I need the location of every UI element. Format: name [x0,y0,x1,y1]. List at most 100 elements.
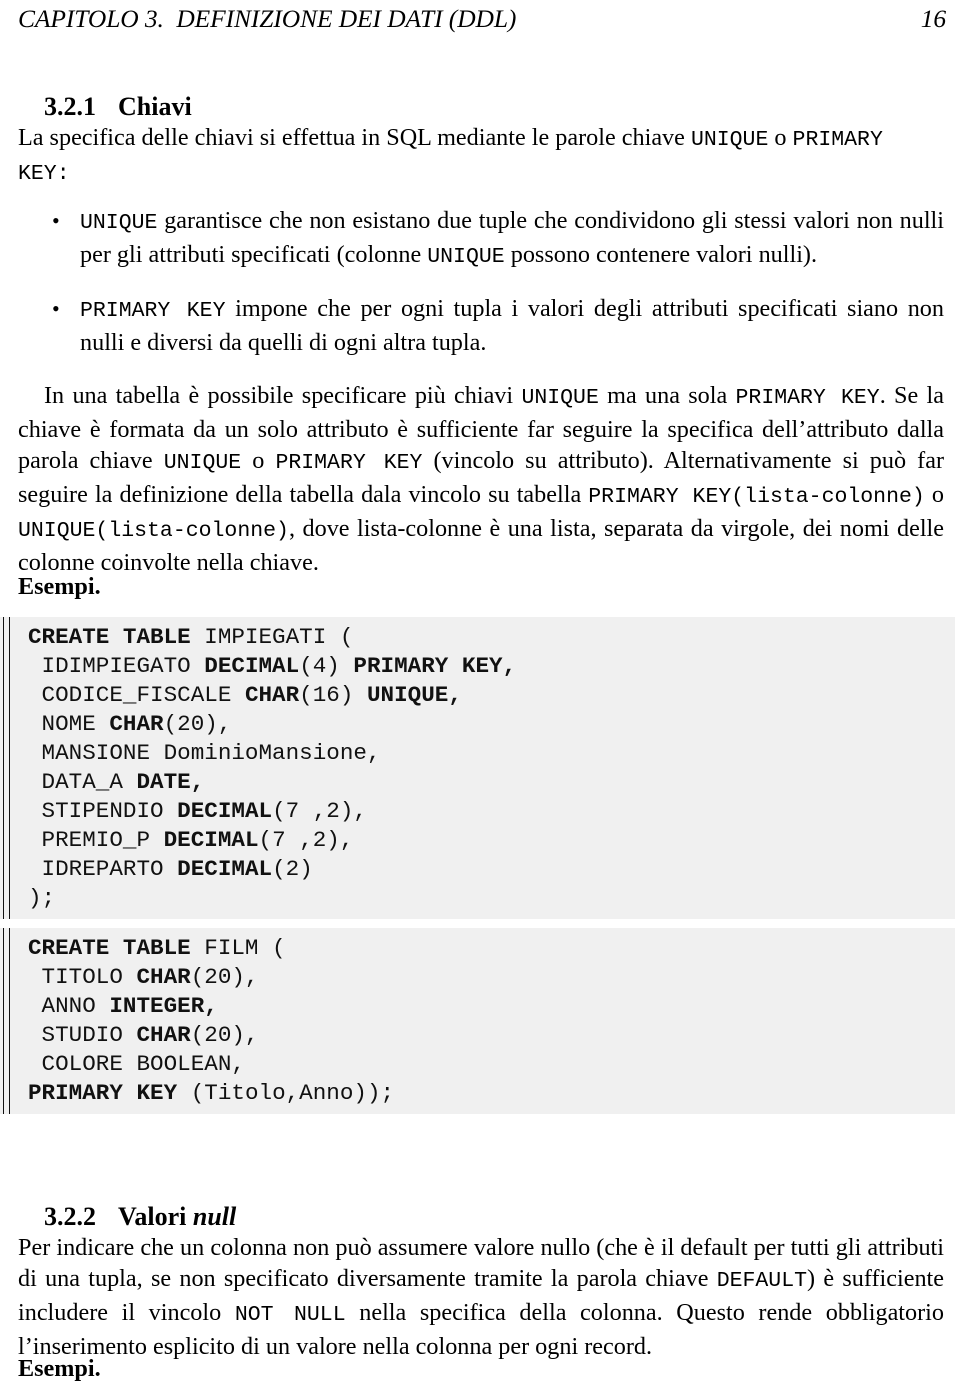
keyword-primary: PRIMARY [792,128,883,152]
code-keyword: CHAR [136,1022,191,1048]
code-text: MANSIONE DominioMansione, [28,740,381,766]
list-item-text-b: possono contenere valori nulli). [504,241,818,268]
code-line: CREATE TABLE IMPIEGATI ( [28,623,955,652]
section-number: 3.2.1 [44,92,96,121]
list-item-body: UNIQUE garantisce che non esistano due t… [80,205,944,273]
null-paragraph: Per indicare che un colonna non può assu… [18,1232,944,1362]
code-text: (2) [272,856,313,882]
code-keyword: UNIQUE, [366,682,462,708]
intro-text-b: o [768,124,793,151]
code-line: IDREPARTO DECIMAL(2) [28,855,955,884]
code-left-rule [3,928,10,1114]
code-line: CODICE_FISCALE CHAR(16) UNIQUE, [28,681,955,710]
keyword-default: DEFAULT [716,1269,808,1293]
section-title: Chiavi [118,92,192,121]
keys-text-2: ma una sola [598,382,736,409]
code-line: COLORE BOOLEAN, [28,1050,955,1079]
code-line: CREATE TABLE FILM ( [28,934,955,963]
code-text: CODICE_FISCALE [28,682,245,708]
code-keyword: PRIMARY KEY [28,1080,178,1106]
code-line: PREMIO_P DECIMAL(7 ,2), [28,826,955,855]
intro-text-a: La specifica delle chiavi si effettua in… [18,124,691,151]
code-block-impiegati: CREATE TABLE IMPIEGATI ( IDIMPIEGATO DEC… [0,617,955,919]
section-title-italic: null [192,1202,237,1231]
list-item: • PRIMARY KEY impone che per ogni tupla … [52,293,944,358]
code-keyword: INTEGER, [109,993,218,1019]
code-lines: CREATE TABLE IMPIEGATI ( IDIMPIEGATO DEC… [28,623,955,913]
code-text: PREMIO_P [28,827,164,853]
code-keyword: CREATE TABLE [28,624,191,650]
code-keyword: CHAR [244,682,300,708]
code-text: (16) [299,682,367,708]
code-keyword: CREATE TABLE [28,935,191,961]
code-line: PRIMARY KEY (Titolo,Anno)); [28,1079,955,1108]
code-line: IDIMPIEGATO DECIMAL(4) PRIMARY KEY, [28,652,955,681]
code-line: ANNO INTEGER, [28,992,955,1021]
code-line: DATA_A DATE, [28,768,955,797]
bullet-icon: • [52,208,60,233]
keyword-primary-key: PRIMARY KEY [735,386,880,410]
page-number: 16 [920,4,946,33]
list-item-body: PRIMARY KEY impone che per ogni tupla i … [80,293,944,358]
code-keyword: DECIMAL [177,798,273,824]
code-keyword: DECIMAL [163,827,259,853]
code-line: ); [28,884,955,913]
code-line: TITOLO CHAR(20), [28,963,955,992]
keyword-primary-key-2: PRIMARY KEY [275,451,423,475]
code-text: (20), [163,711,232,737]
esempi-label: Esempi. [18,1355,101,1382]
keyword-unique-list: UNIQUE(lista‐colonne) [18,519,289,543]
code-text: IDIMPIEGATO [28,653,205,679]
list-item: • UNIQUE garantisce che non esistano due… [52,205,944,273]
keyword-primary-key: PRIMARY KEY [80,299,226,323]
code-keyword: DECIMAL [177,856,273,882]
chapter-title: CAPITOLO 3. DEFINIZIONE DEI DATI (DDL) [18,4,517,33]
code-line: STUDIO CHAR(20), [28,1021,955,1050]
code-text: (Titolo,Anno)); [177,1080,395,1106]
code-text: (7 ,2), [272,798,367,824]
esempi-label: Esempi. [18,573,101,600]
code-line: MANSIONE DominioMansione, [28,739,955,768]
code-text: FILM ( [190,935,286,961]
code-block-film: CREATE TABLE FILM ( TITOLO CHAR(20), ANN… [0,928,955,1114]
code-keyword: CHAR [136,964,191,990]
code-text: IDREPARTO [28,856,178,882]
keyword-not-null: NOT NULL [234,1303,346,1327]
intro-paragraph: La specifica delle chiavi si effettua in… [18,122,944,190]
keys-text-4: o [241,447,276,474]
code-keyword: PRIMARY KEY, [353,653,517,679]
code-text: (7 ,2), [258,827,354,853]
code-left-rule [3,617,10,919]
code-line: STIPENDIO DECIMAL(7 ,2), [28,797,955,826]
code-keyword: DECIMAL [204,653,300,679]
keyword-key-colon: KEY: [18,162,70,186]
code-text: ANNO [28,993,110,1019]
code-text: DATA_A [28,769,137,795]
code-text: STIPENDIO [28,798,178,824]
code-text: NOME [28,711,110,737]
code-text: (20), [190,1022,259,1048]
code-text: (4) [299,653,354,679]
keyword-unique: UNIQUE [690,128,769,152]
running-header: CAPITOLO 3. DEFINIZIONE DEI DATI (DDL) 1… [18,4,946,38]
section-number: 3.2.2 [44,1202,96,1231]
keyword-unique-2: UNIQUE [427,245,505,269]
code-line: NOME CHAR(20), [28,710,955,739]
keyword-unique: UNIQUE [80,211,158,235]
bullet-icon: • [52,296,60,321]
document-page: CAPITOLO 3. DEFINIZIONE DEI DATI (DDL) 1… [0,0,960,1387]
keyword-unique: UNIQUE [521,386,599,410]
keys-paragraph: In una tabella è possibile specificare p… [18,380,944,578]
code-text: STUDIO [28,1022,137,1048]
keyword-unique-2: UNIQUE [163,451,242,475]
code-keyword: CHAR [109,711,164,737]
keys-text-1: In una tabella è possibile specificare p… [44,382,522,409]
section-title: Valori [118,1202,193,1231]
code-text: IMPIEGATI ( [190,624,354,650]
keyword-primary-key-list: PRIMARY KEY(lista‐colonne) [588,485,925,509]
code-lines: CREATE TABLE FILM ( TITOLO CHAR(20), ANN… [28,934,955,1108]
code-text: ); [28,885,56,911]
code-text: COLORE BOOLEAN, [28,1051,245,1077]
keys-text-6: o [924,481,944,508]
code-text: (20), [190,964,259,990]
